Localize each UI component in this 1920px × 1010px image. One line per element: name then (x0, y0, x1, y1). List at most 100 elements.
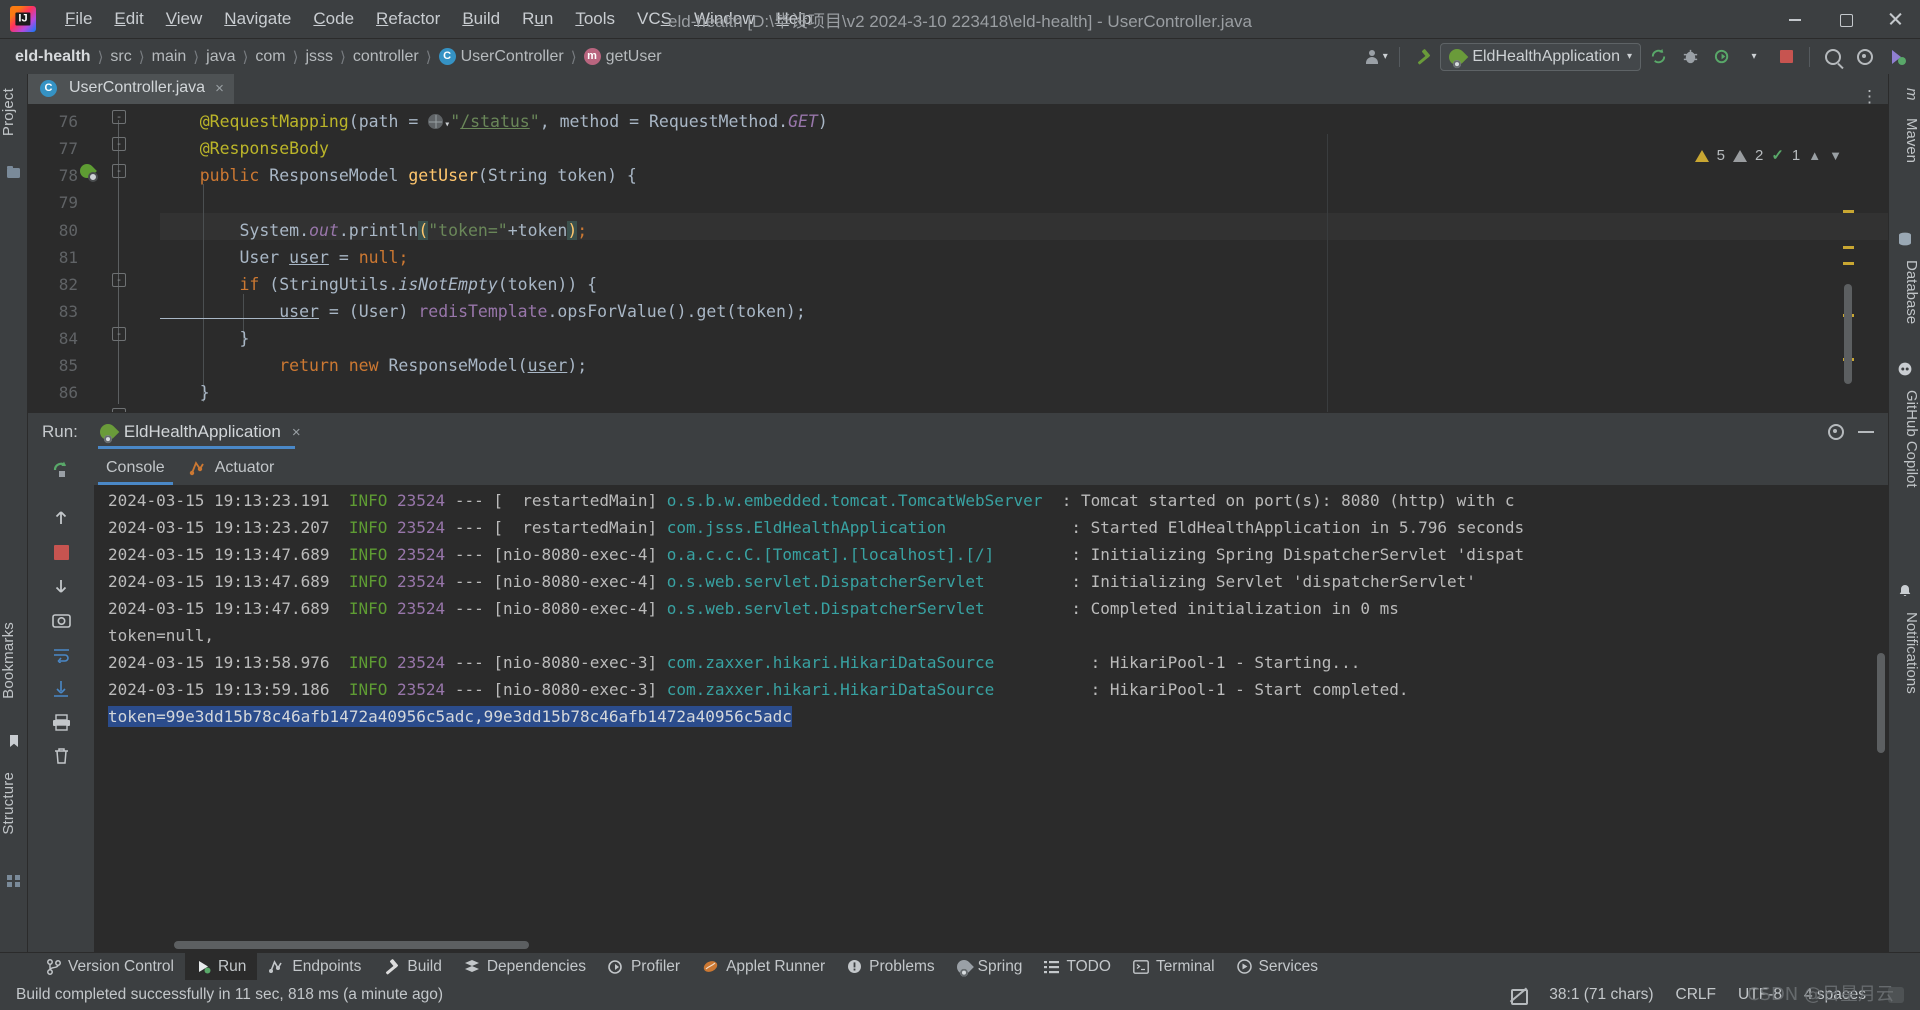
code-line-81: User user = null; (160, 248, 409, 267)
fold-toggle[interactable]: - (112, 327, 126, 341)
breadcrumb-item-1[interactable]: src (107, 48, 134, 66)
menu-refactor[interactable]: Refactor (365, 6, 451, 32)
chevron-down-icon[interactable]: ▼ (1829, 142, 1842, 169)
sidebar-item-notifications[interactable]: Notifications (1888, 604, 1920, 702)
run-console-toolbar (28, 451, 94, 952)
tool-services[interactable]: Services (1226, 953, 1329, 981)
tool-applet-runner[interactable]: Applet Runner (691, 953, 836, 981)
sidebar-item-structure[interactable]: Structure (0, 764, 28, 843)
rerun-button[interactable] (1643, 43, 1673, 71)
menu-file[interactable]: File (54, 6, 103, 32)
soft-wrap-button[interactable] (28, 637, 94, 671)
console-horizontal-scrollbar[interactable] (174, 941, 529, 949)
debug-status-icon[interactable] (1888, 987, 1904, 1003)
menu-window[interactable]: Window (683, 6, 765, 32)
more-options-icon[interactable]: ⋮ (1861, 88, 1878, 105)
screenshot-button[interactable] (28, 603, 94, 637)
code-editor[interactable]: 76 77 78 79 80 81 82 83 84 85 86 87 - - … (28, 104, 1888, 412)
breadcrumb-item-4[interactable]: com (252, 48, 288, 66)
line-separator[interactable]: CRLF (1676, 986, 1716, 1004)
breadcrumb-item-7[interactable]: C UserController (436, 48, 567, 66)
maximize-button[interactable] (1820, 0, 1870, 38)
menu-tools[interactable]: Tools (564, 6, 626, 32)
menu-build[interactable]: Build (451, 6, 511, 32)
updates-button[interactable] (1882, 43, 1912, 71)
sidebar-item-bookmarks[interactable]: Bookmarks (0, 614, 28, 707)
tool-problems[interactable]: Problems (836, 953, 945, 981)
print-icon (52, 713, 70, 731)
stop-button[interactable] (28, 535, 94, 569)
breadcrumb-item-0[interactable]: eld-health (12, 48, 94, 66)
file-encoding[interactable]: UTF-8 (1738, 986, 1782, 1004)
menu-help[interactable]: Help (765, 6, 822, 32)
minimize-panel-icon[interactable] (1858, 431, 1874, 433)
close-icon[interactable]: × (292, 424, 301, 441)
editor-vertical-scrollbar[interactable] (1844, 284, 1852, 384)
sidebar-item-project[interactable]: Project (0, 80, 28, 144)
settings-button[interactable] (1850, 43, 1880, 71)
scroll-to-end-button[interactable] (28, 671, 94, 705)
tab-console[interactable]: Console (94, 451, 177, 485)
debug-button[interactable] (1675, 43, 1705, 71)
menu-run[interactable]: Run (511, 6, 564, 32)
menu-navigate[interactable]: Navigate (213, 6, 302, 32)
sidebar-item-github-copilot[interactable]: GitHub Copilot (1888, 382, 1920, 496)
coverage-icon (1714, 49, 1728, 64)
console-vertical-scrollbar[interactable] (1877, 653, 1885, 753)
rerun-button[interactable] (28, 453, 94, 487)
caret-position[interactable]: 38:1 (71 chars) (1549, 986, 1653, 1004)
menu-edit[interactable]: Edit (103, 6, 154, 32)
fold-toggle[interactable]: - (112, 273, 126, 287)
tool-build[interactable]: Build (372, 953, 452, 981)
fold-toggle[interactable]: - (112, 110, 126, 124)
run-with-coverage-button[interactable] (1707, 43, 1737, 71)
tool-dependencies[interactable]: Dependencies (453, 953, 597, 981)
run-method-icon[interactable] (77, 161, 98, 182)
editor-tab-usercontroller[interactable]: C UserController.java × (28, 74, 234, 104)
console-output[interactable]: 2024-03-15 19:13:23.191 INFO 23524 --- [… (94, 485, 1888, 952)
run-tab-eldhealthapplication[interactable]: EldHealthApplication × (92, 413, 309, 451)
tool-todo[interactable]: TODO (1033, 953, 1122, 981)
editor-gutter[interactable]: 76 77 78 79 80 81 82 83 84 85 86 87 - - … (28, 104, 160, 412)
tool-version-control[interactable]: Version Control (36, 953, 185, 981)
menu-view[interactable]: View (155, 6, 214, 32)
breadcrumb-item-6[interactable]: controller (350, 48, 422, 66)
no-autosave-icon[interactable] (1509, 986, 1529, 1005)
profile-selector-button[interactable]: ▾ (1361, 43, 1391, 71)
close-button[interactable] (1870, 0, 1920, 38)
search-everywhere-button[interactable] (1818, 43, 1848, 71)
breadcrumb-item-2[interactable]: main (149, 48, 190, 66)
clear-all-button[interactable] (28, 739, 94, 773)
gear-icon[interactable] (1828, 424, 1844, 440)
breadcrumb-item-5[interactable]: jsss (302, 48, 336, 66)
breadcrumb-item-3[interactable]: java (203, 48, 238, 66)
stop-button[interactable] (1771, 43, 1801, 71)
tool-terminal[interactable]: Terminal (1122, 953, 1226, 981)
next-occurrence-button[interactable] (28, 569, 94, 603)
prev-occurrence-button[interactable] (28, 501, 94, 535)
sidebar-item-m[interactable]: m (1888, 80, 1920, 109)
sidebar-item-maven[interactable]: Maven (1888, 110, 1920, 171)
chevron-up-icon[interactable]: ▲ (1808, 142, 1821, 169)
inspection-widget[interactable]: 5 2 ✓ 1 ▲ ▼ (1694, 142, 1842, 169)
close-icon[interactable]: × (215, 80, 224, 97)
build-project-button[interactable] (1408, 43, 1438, 71)
tool-endpoints[interactable]: Endpoints (257, 953, 372, 981)
web-url-icon[interactable] (428, 114, 444, 129)
fold-toggle[interactable]: - (112, 137, 126, 151)
more-run-options-button[interactable]: ▾ (1739, 43, 1769, 71)
breadcrumb-item-8[interactable]: m getUser (581, 48, 665, 66)
tool-profiler[interactable]: Profiler (597, 953, 691, 981)
fold-toggle[interactable]: - (112, 164, 126, 178)
run-configuration-selector[interactable]: EldHealthApplication ▾ (1440, 42, 1641, 71)
tool-spring[interactable]: Spring (946, 953, 1034, 981)
tool-run[interactable]: Run (184, 952, 258, 981)
menu-vcs[interactable]: VCS (626, 6, 683, 32)
tab-actuator[interactable]: Actuator (177, 451, 287, 485)
run-icon (198, 961, 211, 974)
minimize-button[interactable] (1770, 0, 1820, 38)
menu-code[interactable]: Code (302, 6, 365, 32)
indent-setting[interactable]: 4 spaces (1804, 986, 1866, 1004)
sidebar-item-database[interactable]: Database (1888, 252, 1920, 332)
print-button[interactable] (28, 705, 94, 739)
